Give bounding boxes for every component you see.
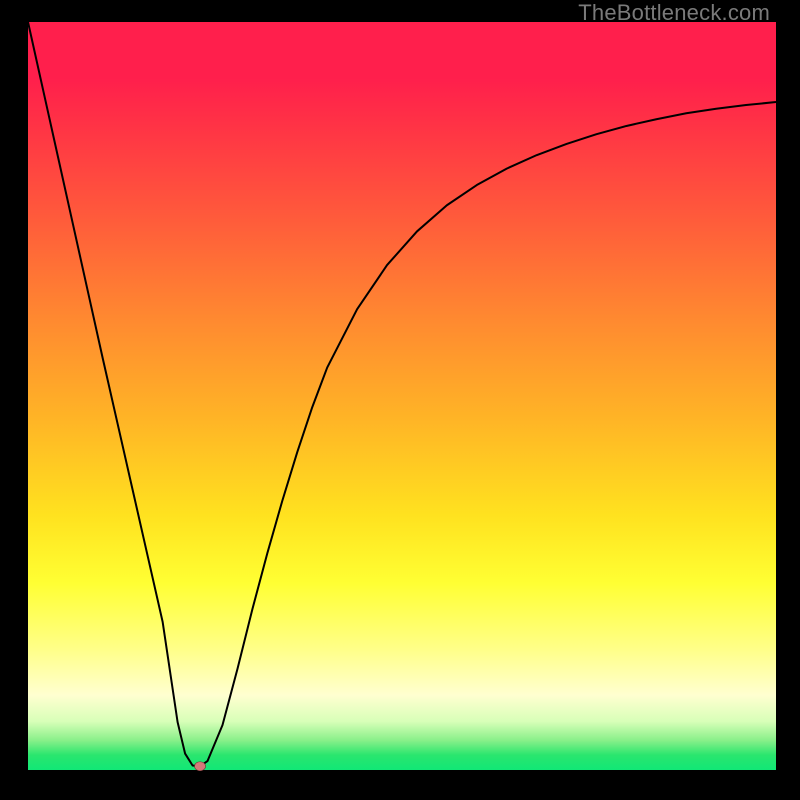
plot-area bbox=[28, 22, 776, 770]
watermark-label: TheBottleneck.com bbox=[578, 0, 770, 26]
curve-line bbox=[28, 22, 776, 766]
chart-svg bbox=[28, 22, 776, 770]
chart-frame: TheBottleneck.com bbox=[0, 0, 800, 800]
data-marker bbox=[195, 762, 206, 771]
